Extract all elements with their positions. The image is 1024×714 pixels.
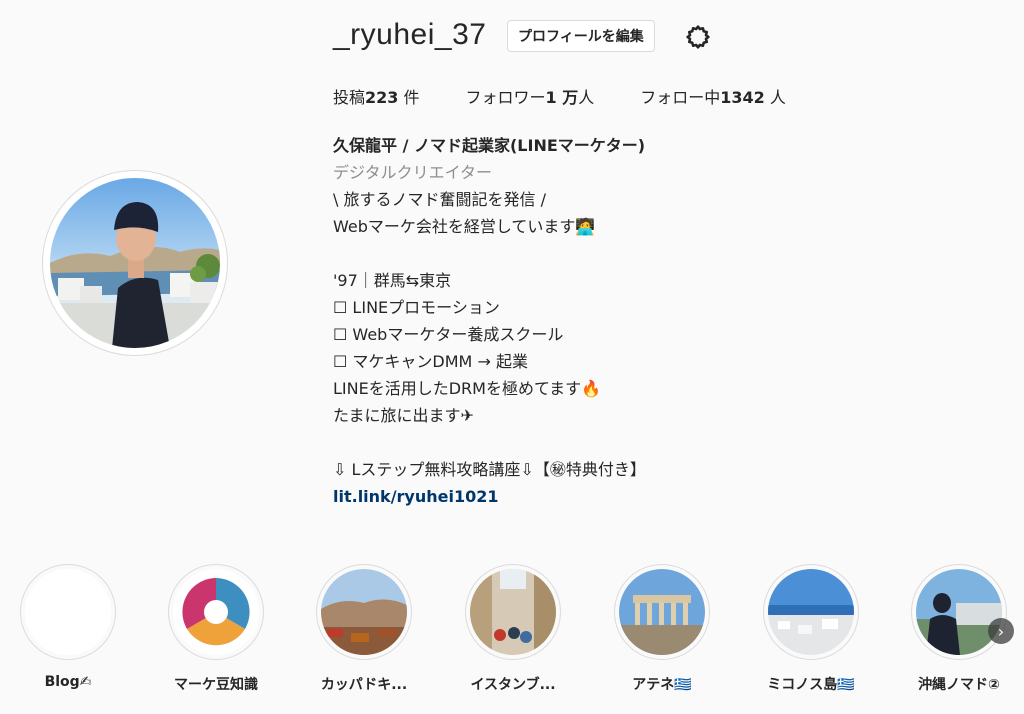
profile-page: _ryuhei_37 プロフィールを編集 投稿223 件 フォロワー1 万人 フ… [0, 0, 1024, 714]
following-unit: 人 [764, 88, 786, 107]
bio-line: たまに旅に出ます✈ [333, 406, 474, 425]
highlight-item[interactable]: カッパドキ... [304, 564, 424, 694]
highlight-label: ミコノス島🇬🇷 [767, 677, 855, 693]
highlight-label: 沖縄ノマド② [918, 677, 1000, 693]
bio-line [333, 240, 853, 267]
bio-line: ☐ Webマーケター養成スクール [333, 325, 564, 344]
highlight-cover [25, 569, 111, 655]
full-name: 久保龍平 / ノマド起業家(LINEマーケター) [333, 136, 646, 155]
followers-value: 1 万 [545, 88, 579, 107]
posts-count: 投稿223 件 [333, 84, 420, 108]
gear-icon[interactable] [684, 23, 712, 51]
highlight-ring [168, 564, 264, 660]
bio-link[interactable]: lit.link/ryuhei1021 [333, 483, 853, 510]
following-value: 1342 [720, 88, 765, 107]
highlight-ring [20, 564, 116, 660]
highlight-label: Blog✍ [44, 674, 92, 690]
chevron-right-icon[interactable]: › [988, 618, 1014, 644]
profile-stats: 投稿223 件 フォロワー1 万人 フォロー中1342 人 [333, 84, 786, 108]
bio-line: \ 旅するノマド奮闘記を発信 / [333, 190, 546, 209]
edit-profile-button[interactable]: プロフィールを編集 [507, 20, 655, 52]
followers-unit: 人 [578, 88, 595, 107]
profile-avatar[interactable] [42, 170, 228, 356]
posts-value: 223 [365, 88, 399, 107]
highlight-item[interactable]: ミコノス島🇬🇷 [751, 564, 871, 694]
bio-line: ☐ マケキャンDMM → 起業 [333, 352, 528, 371]
highlight-ring [763, 564, 859, 660]
highlight-cover [173, 569, 259, 655]
bio-line: ⇩ Lステップ無料攻略講座⇩【㊙特典付き】 [333, 460, 646, 479]
bio-line: ☐ LINEプロモーション [333, 298, 500, 317]
highlight-cover [916, 569, 1002, 655]
highlight-item[interactable]: アテネ🇬🇷 [602, 564, 722, 694]
followers-count[interactable]: フォロワー1 万人 [466, 84, 595, 108]
bio-line: '97｜群馬⇆東京 [333, 271, 452, 290]
highlight-cover [768, 569, 854, 655]
followers-label: フォロワー [465, 88, 546, 107]
profile-bio: 久保龍平 / ノマド起業家(LINEマーケター) デジタルクリエイター \ 旅す… [333, 132, 853, 510]
posts-label: 投稿 [333, 88, 366, 107]
highlight-ring [911, 564, 1007, 660]
bio-line [333, 429, 853, 456]
category-label: デジタルクリエイター [333, 163, 493, 182]
bio-line: Webマーケ会社を経営しています🧑‍💻 [333, 217, 596, 236]
highlight-cover [470, 569, 556, 655]
highlight-ring [465, 564, 561, 660]
highlight-label: マーケ豆知識 [174, 677, 258, 693]
highlight-item[interactable]: Blog✍ [8, 564, 128, 690]
following-count[interactable]: フォロー中1342 人 [640, 84, 786, 108]
avatar-photo [50, 178, 220, 348]
highlight-ring [316, 564, 412, 660]
username: _ryuhei_37 [333, 18, 487, 51]
highlight-cover [321, 569, 407, 655]
highlight-label: イスタンブ... [470, 677, 556, 693]
highlight-cover [619, 569, 705, 655]
bio-line: LINEを活用したDRMを極めてます🔥 [333, 379, 602, 398]
highlight-label: カッパドキ... [320, 677, 408, 693]
highlight-ring [614, 564, 710, 660]
highlight-item[interactable]: マーケ豆知識 [156, 564, 276, 694]
highlight-label: アテネ🇬🇷 [632, 677, 692, 693]
avatar-illustration [50, 202, 220, 348]
following-label: フォロー中 [640, 88, 721, 107]
story-highlights: Blog✍ マーケ豆知識 カッパドキ... イスタンブ... アテネ🇬🇷 ミコノ… [0, 564, 1024, 704]
highlight-item[interactable]: イスタンブ... [453, 564, 573, 694]
posts-unit: 件 [398, 88, 420, 107]
